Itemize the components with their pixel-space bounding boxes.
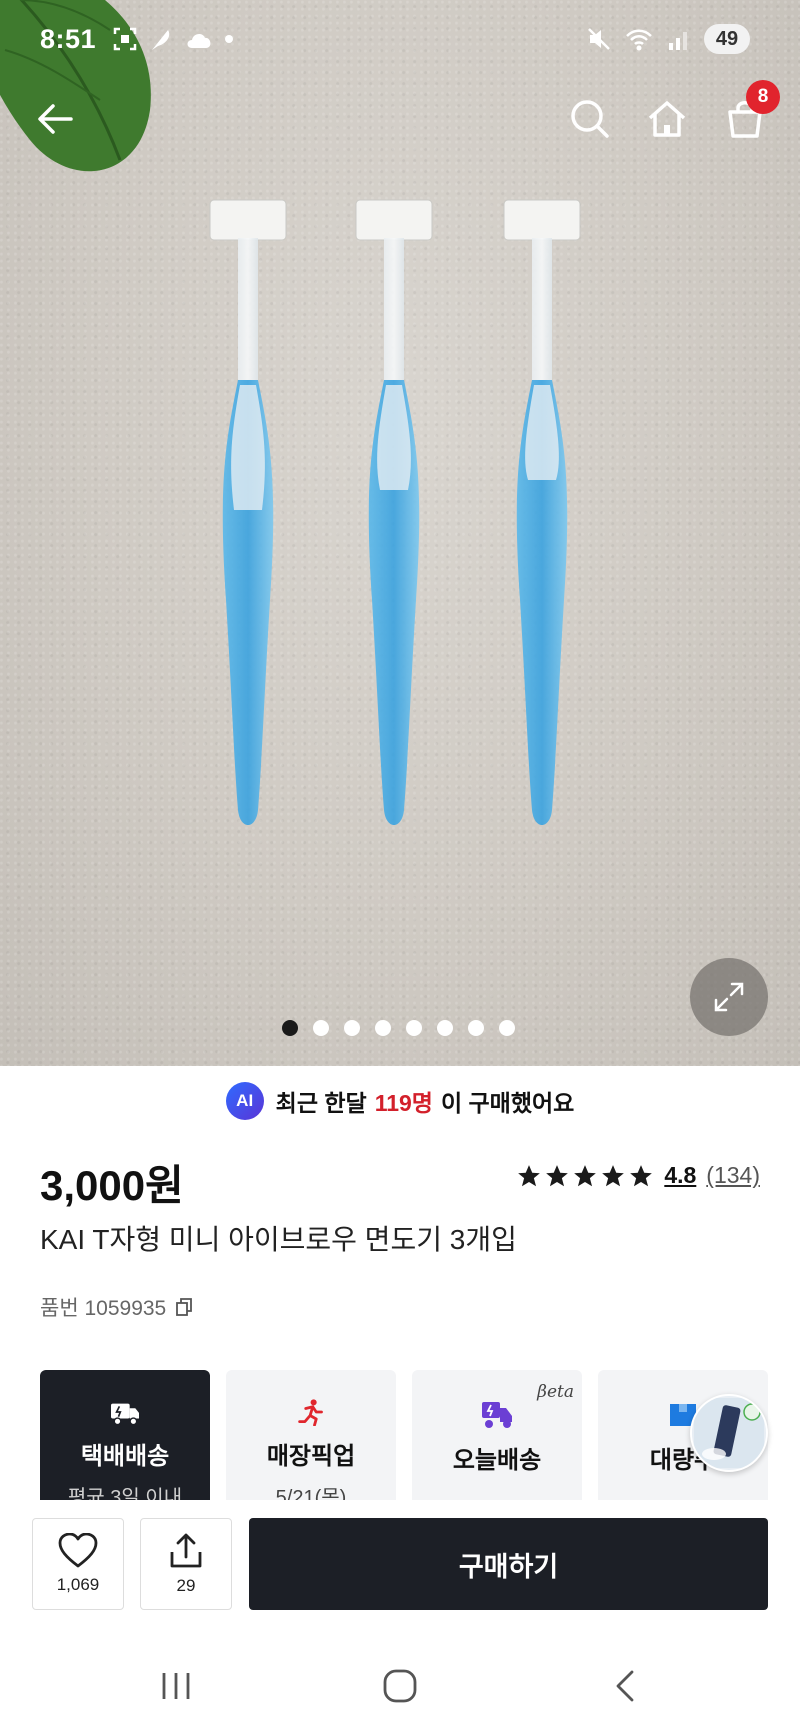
screenshot-icon <box>113 27 137 51</box>
top-navigation: 8 <box>0 80 800 152</box>
share-icon <box>170 1533 202 1568</box>
gallery-dot[interactable] <box>468 1020 484 1036</box>
floating-product-thumbnail[interactable] <box>690 1394 768 1472</box>
expand-icon <box>714 982 744 1012</box>
recent-apps-button[interactable] <box>146 1664 206 1708</box>
copy-icon[interactable] <box>174 1297 194 1317</box>
signal-icon <box>669 32 687 50</box>
heart-icon <box>58 1533 98 1568</box>
back-nav-button[interactable] <box>596 1664 656 1708</box>
star-icon <box>630 1164 653 1186</box>
delivery-option-today[interactable]: βeta 오늘배송 <box>412 1370 582 1500</box>
running-person-icon <box>298 1399 323 1426</box>
product-image-gallery[interactable]: 8:51 49 8 <box>0 0 800 1066</box>
gallery-dot[interactable] <box>282 1020 298 1036</box>
back-arrow-icon <box>38 104 73 134</box>
delivery-scooter-icon <box>482 1402 512 1428</box>
status-time: 8:51 <box>40 24 97 54</box>
buy-button[interactable]: 구매하기 <box>249 1518 768 1610</box>
home-nav-button[interactable] <box>370 1664 430 1708</box>
home-button[interactable] <box>640 92 694 146</box>
home-icon <box>648 101 686 137</box>
product-price: 3,000원 <box>40 1162 184 1209</box>
mute-icon <box>588 28 610 50</box>
battery-indicator: 49 <box>704 24 750 54</box>
product-code-label: 품번 1059935 <box>40 1297 167 1320</box>
delivery-option-sub: 평균 3일 이내 <box>67 1487 183 1500</box>
razor-2 <box>355 199 433 825</box>
back-button[interactable] <box>28 92 82 146</box>
home-circle-icon <box>383 1669 417 1703</box>
like-count: 1,069 <box>56 1575 100 1594</box>
delivery-option-sub: 5/21(목) <box>275 1487 347 1500</box>
delivery-option-pickup[interactable]: 매장픽업 5/21(목) <box>226 1370 396 1500</box>
product-rating[interactable]: 4.8 (134) <box>516 1162 760 1189</box>
product-code[interactable]: 품번 1059935 <box>40 1292 194 1322</box>
razor-illustration <box>209 199 581 825</box>
delivery-option-title: 매장픽업 <box>266 1443 356 1470</box>
star-icon <box>546 1164 569 1186</box>
product-name: KAI T자형 미니 아이브로우 면도기 3개입 <box>40 1224 517 1255</box>
star-icon <box>518 1164 541 1186</box>
search-button[interactable] <box>563 92 617 146</box>
status-icons-right: 49 <box>586 24 750 54</box>
razor-3 <box>503 199 581 825</box>
delivery-options: 택배배송 평균 3일 이내 매장픽업 5/21(목) βeta 오늘배송 대량주 <box>40 1370 800 1500</box>
like-button[interactable]: 1,069 <box>32 1518 124 1610</box>
bottom-action-bar: 1,069 29 구매하기 <box>0 1500 800 1620</box>
delivery-option-parcel[interactable]: 택배배송 평균 3일 이내 <box>40 1370 210 1500</box>
recent-purchase-info: AI 최근 한달 119명 이 구매했어요 <box>0 1082 800 1120</box>
gallery-dot[interactable] <box>437 1020 453 1036</box>
back-chevron-icon <box>616 1670 634 1702</box>
product-thumbnail-image <box>694 1398 764 1468</box>
purchase-prefix: 최근 한달 <box>275 1090 367 1116</box>
cart-button[interactable]: 8 <box>718 80 780 146</box>
system-navigation-bar <box>0 1636 800 1734</box>
cloud-icon <box>187 34 211 48</box>
share-button[interactable]: 29 <box>140 1518 232 1610</box>
gallery-dot[interactable] <box>344 1020 360 1036</box>
purchase-suffix: 이 구매했어요 <box>440 1090 575 1116</box>
beta-tag: βeta <box>537 1382 574 1402</box>
share-count: 29 <box>176 1576 196 1595</box>
gallery-dot[interactable] <box>406 1020 422 1036</box>
feather-icon <box>152 30 170 50</box>
star-icon <box>574 1164 597 1186</box>
cart-count-badge: 8 <box>746 80 780 114</box>
review-count[interactable]: (134) <box>706 1162 760 1189</box>
rating-stars <box>516 1163 654 1189</box>
gallery-dot[interactable] <box>313 1020 329 1036</box>
gallery-pagination <box>282 1020 515 1036</box>
delivery-option-title: 오늘배송 <box>452 1447 542 1474</box>
wifi-icon <box>626 29 652 51</box>
search-icon <box>571 100 609 138</box>
status-icons-left <box>112 26 234 52</box>
delivery-option-title: 택배배송 <box>80 1443 170 1470</box>
gallery-dot[interactable] <box>375 1020 391 1036</box>
ai-badge: AI <box>225 1082 264 1120</box>
gallery-dot[interactable] <box>499 1020 515 1036</box>
purchase-count: 119명 <box>374 1090 433 1116</box>
recent-apps-icon <box>162 1673 190 1699</box>
dot-icon <box>225 35 233 43</box>
status-bar: 8:51 49 <box>0 0 800 80</box>
rating-score[interactable]: 4.8 <box>664 1162 696 1189</box>
star-icon <box>602 1164 625 1186</box>
razor-1 <box>209 199 287 825</box>
expand-image-button[interactable] <box>690 958 768 1036</box>
truck-icon <box>111 1403 139 1426</box>
